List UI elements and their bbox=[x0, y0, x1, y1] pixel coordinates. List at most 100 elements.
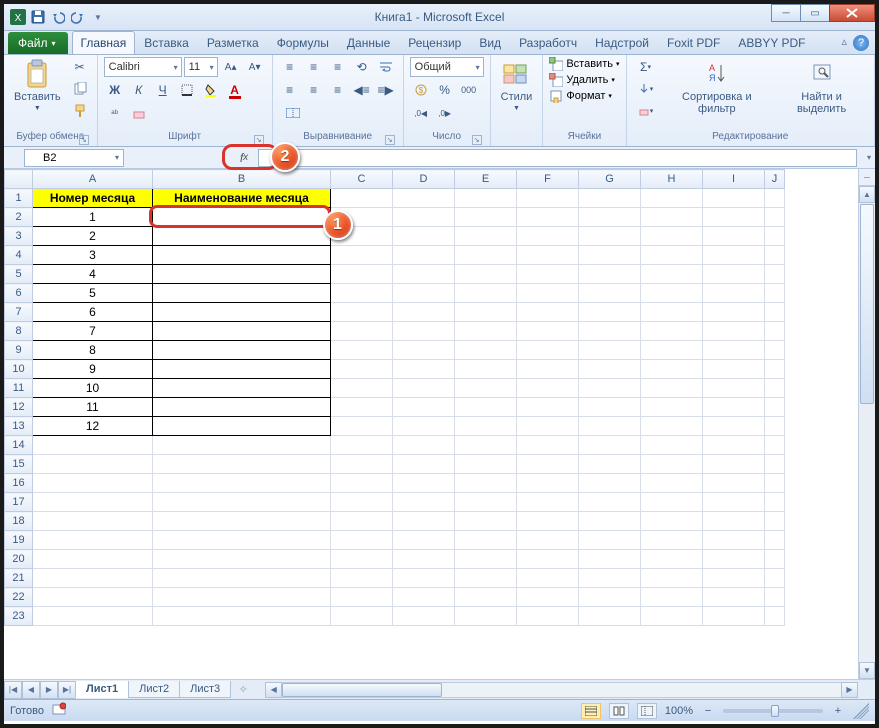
cell-D21[interactable] bbox=[393, 569, 455, 588]
tab-nav-first-icon[interactable]: |◀ bbox=[4, 681, 22, 699]
cell-G11[interactable] bbox=[579, 379, 641, 398]
col-header-G[interactable]: G bbox=[579, 170, 641, 189]
zoom-in-icon[interactable]: + bbox=[831, 705, 845, 717]
row-header-1[interactable]: 1 bbox=[5, 189, 33, 208]
row-header-22[interactable]: 22 bbox=[5, 588, 33, 607]
decrease-decimal-icon[interactable]: ,0▶ bbox=[434, 103, 456, 123]
cell-B2[interactable] bbox=[153, 208, 331, 227]
scroll-right-icon[interactable]: ▶ bbox=[841, 682, 858, 698]
spreadsheet-grid[interactable]: ABCDEFGHIJ1Номер месяцаНаименование меся… bbox=[4, 169, 785, 626]
cell-G14[interactable] bbox=[579, 436, 641, 455]
cell-D13[interactable] bbox=[393, 417, 455, 436]
cell-A7[interactable]: 6 bbox=[33, 303, 153, 322]
cell-B23[interactable] bbox=[153, 607, 331, 626]
cell-H12[interactable] bbox=[641, 398, 703, 417]
cell-J22[interactable] bbox=[765, 588, 785, 607]
select-all-corner[interactable] bbox=[5, 170, 33, 189]
cell-E21[interactable] bbox=[455, 569, 517, 588]
cell-A11[interactable]: 10 bbox=[33, 379, 153, 398]
cell-D18[interactable] bbox=[393, 512, 455, 531]
row-header-3[interactable]: 3 bbox=[5, 227, 33, 246]
cell-D1[interactable] bbox=[393, 189, 455, 208]
cell-J17[interactable] bbox=[765, 493, 785, 512]
cell-H15[interactable] bbox=[641, 455, 703, 474]
name-box[interactable]: B2 bbox=[24, 149, 124, 167]
row-header-16[interactable]: 16 bbox=[5, 474, 33, 493]
cell-E18[interactable] bbox=[455, 512, 517, 531]
cell-A17[interactable] bbox=[33, 493, 153, 512]
decrease-font-icon[interactable]: A▾ bbox=[244, 57, 266, 77]
cell-I10[interactable] bbox=[703, 360, 765, 379]
cell-E8[interactable] bbox=[455, 322, 517, 341]
sheet-tab-Лист3[interactable]: Лист3 bbox=[179, 681, 231, 698]
cell-G15[interactable] bbox=[579, 455, 641, 474]
ribbon-tab-данные[interactable]: Данные bbox=[338, 31, 399, 54]
underline-icon[interactable]: Ч bbox=[152, 80, 174, 100]
scroll-down-icon[interactable]: ▼ bbox=[859, 662, 875, 679]
cell-F9[interactable] bbox=[517, 341, 579, 360]
cell-D11[interactable] bbox=[393, 379, 455, 398]
cell-C16[interactable] bbox=[331, 474, 393, 493]
ribbon-tab-foxit pdf[interactable]: Foxit PDF bbox=[658, 31, 729, 54]
orientation-icon[interactable]: ⟲ bbox=[351, 57, 373, 77]
cell-E11[interactable] bbox=[455, 379, 517, 398]
cell-A2[interactable]: 1 bbox=[33, 208, 153, 227]
cell-G16[interactable] bbox=[579, 474, 641, 493]
cell-D19[interactable] bbox=[393, 531, 455, 550]
cell-I15[interactable] bbox=[703, 455, 765, 474]
cell-J23[interactable] bbox=[765, 607, 785, 626]
cell-F21[interactable] bbox=[517, 569, 579, 588]
cell-C7[interactable] bbox=[331, 303, 393, 322]
clear-icon[interactable]: ▾ bbox=[633, 101, 659, 121]
cell-C11[interactable] bbox=[331, 379, 393, 398]
col-header-D[interactable]: D bbox=[393, 170, 455, 189]
row-header-7[interactable]: 7 bbox=[5, 303, 33, 322]
cell-J3[interactable] bbox=[765, 227, 785, 246]
cell-A4[interactable]: 3 bbox=[33, 246, 153, 265]
minimize-ribbon-icon[interactable]: ▵ bbox=[841, 35, 847, 51]
cell-H3[interactable] bbox=[641, 227, 703, 246]
cell-J11[interactable] bbox=[765, 379, 785, 398]
tab-nav-prev-icon[interactable]: ◀ bbox=[22, 681, 40, 699]
cell-H2[interactable] bbox=[641, 208, 703, 227]
cell-B16[interactable] bbox=[153, 474, 331, 493]
cell-H4[interactable] bbox=[641, 246, 703, 265]
cell-F23[interactable] bbox=[517, 607, 579, 626]
qat-dropdown-icon[interactable]: ▼ bbox=[90, 9, 106, 25]
cell-E3[interactable] bbox=[455, 227, 517, 246]
cell-C20[interactable] bbox=[331, 550, 393, 569]
cell-E10[interactable] bbox=[455, 360, 517, 379]
cell-E14[interactable] bbox=[455, 436, 517, 455]
cell-G5[interactable] bbox=[579, 265, 641, 284]
scroll-thumb[interactable] bbox=[282, 683, 442, 697]
cell-A20[interactable] bbox=[33, 550, 153, 569]
cell-B22[interactable] bbox=[153, 588, 331, 607]
cell-C8[interactable] bbox=[331, 322, 393, 341]
cell-H18[interactable] bbox=[641, 512, 703, 531]
cell-I6[interactable] bbox=[703, 284, 765, 303]
cell-H22[interactable] bbox=[641, 588, 703, 607]
cell-D23[interactable] bbox=[393, 607, 455, 626]
row-header-9[interactable]: 9 bbox=[5, 341, 33, 360]
row-header-21[interactable]: 21 bbox=[5, 569, 33, 588]
cell-J4[interactable] bbox=[765, 246, 785, 265]
cell-H11[interactable] bbox=[641, 379, 703, 398]
ribbon-tab-разметка[interactable]: Разметка bbox=[198, 31, 268, 54]
cell-H23[interactable] bbox=[641, 607, 703, 626]
cell-F22[interactable] bbox=[517, 588, 579, 607]
cell-D16[interactable] bbox=[393, 474, 455, 493]
delete-cells-button[interactable]: Удалить▾ bbox=[549, 73, 615, 87]
cell-E9[interactable] bbox=[455, 341, 517, 360]
cell-E16[interactable] bbox=[455, 474, 517, 493]
cell-F19[interactable] bbox=[517, 531, 579, 550]
col-header-F[interactable]: F bbox=[517, 170, 579, 189]
cell-F4[interactable] bbox=[517, 246, 579, 265]
cell-E1[interactable] bbox=[455, 189, 517, 208]
cell-A23[interactable] bbox=[33, 607, 153, 626]
cell-H19[interactable] bbox=[641, 531, 703, 550]
cell-J9[interactable] bbox=[765, 341, 785, 360]
cell-F6[interactable] bbox=[517, 284, 579, 303]
cell-C10[interactable] bbox=[331, 360, 393, 379]
vertical-scrollbar[interactable]: ─ ▲ ▼ bbox=[858, 169, 875, 679]
cell-F13[interactable] bbox=[517, 417, 579, 436]
